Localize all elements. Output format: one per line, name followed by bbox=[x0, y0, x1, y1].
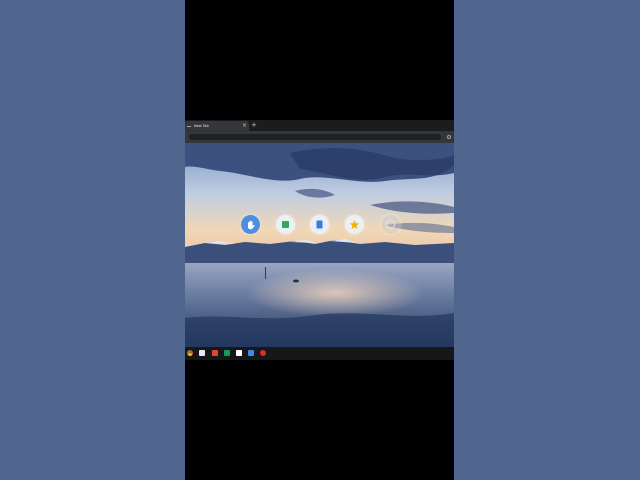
add-shortcut-icon bbox=[386, 220, 395, 229]
files-icon[interactable] bbox=[199, 350, 205, 356]
right-background-panel bbox=[454, 0, 640, 480]
blue-hand-icon bbox=[248, 220, 255, 230]
green-square-icon bbox=[282, 221, 289, 228]
chrome-icon[interactable] bbox=[187, 350, 193, 356]
tab-favicon-icon bbox=[187, 125, 191, 127]
browser-toolbar bbox=[185, 131, 454, 143]
circle-icon[interactable] bbox=[447, 135, 451, 139]
new-tab-page bbox=[185, 143, 454, 347]
new-tab-button[interactable]: + bbox=[251, 121, 257, 130]
gold-star-icon bbox=[349, 220, 360, 229]
sheets-icon[interactable] bbox=[224, 350, 230, 356]
blue-bookmark-icon bbox=[316, 220, 323, 229]
left-background-panel bbox=[0, 0, 185, 480]
address-bar[interactable] bbox=[189, 134, 441, 140]
video-frame: New Tab × + bbox=[185, 0, 454, 480]
shortcut-tile[interactable] bbox=[276, 215, 295, 234]
shortcut-tile[interactable] bbox=[381, 215, 400, 234]
tab-close-icon[interactable]: × bbox=[242, 122, 247, 130]
docs-icon[interactable] bbox=[236, 350, 242, 356]
shortcut-tile[interactable] bbox=[310, 215, 329, 234]
app-icon[interactable] bbox=[260, 350, 266, 356]
tab-strip: New Tab × + bbox=[185, 120, 454, 131]
gmail-icon[interactable] bbox=[212, 350, 218, 356]
shortcut-tile[interactable] bbox=[241, 215, 260, 234]
tab-new-tab[interactable]: New Tab × bbox=[185, 121, 249, 131]
play-store-icon[interactable] bbox=[248, 350, 254, 356]
lake-sunset-wallpaper bbox=[185, 143, 454, 347]
tab-title: New Tab bbox=[194, 124, 209, 128]
shortcut-tile[interactable] bbox=[345, 215, 364, 234]
taskbar bbox=[185, 347, 454, 360]
browser-window: New Tab × + bbox=[185, 120, 454, 360]
